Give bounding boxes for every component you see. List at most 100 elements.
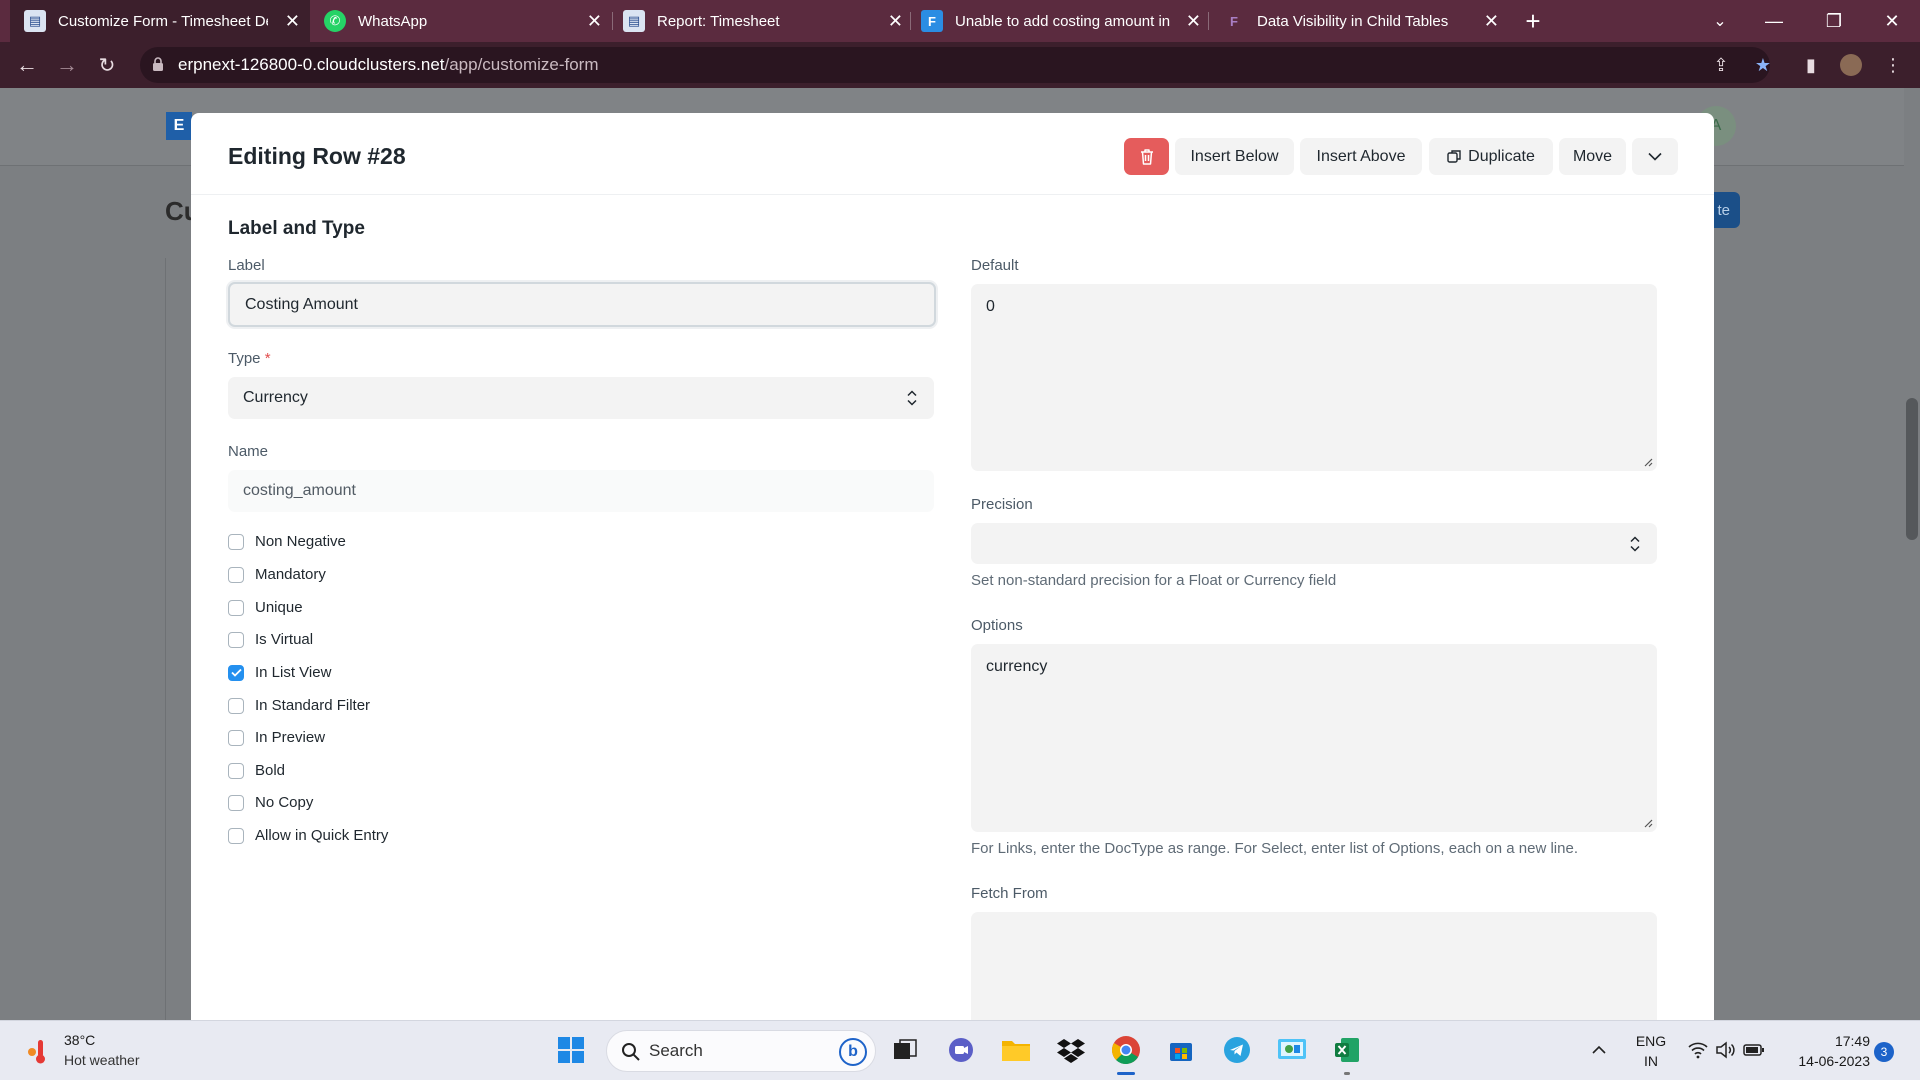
checkbox-mandatory[interactable]: Mandatory: [228, 566, 326, 583]
page-scrollbar-track: [1904, 88, 1920, 1020]
checkbox-label: No Copy: [255, 794, 314, 811]
required-mark: *: [264, 350, 271, 367]
telegram-icon[interactable]: [1220, 1033, 1254, 1067]
microsoft-store-icon[interactable]: [1164, 1033, 1198, 1067]
label-input[interactable]: Costing Amount: [228, 282, 936, 327]
close-icon[interactable]: ✕: [587, 11, 602, 32]
chevron-down-icon: [1648, 152, 1662, 161]
reload-icon[interactable]: ↻: [92, 50, 122, 80]
new-tab-button[interactable]: +: [1505, 0, 1561, 42]
clock-time[interactable]: 17:49: [1778, 1033, 1870, 1049]
checkbox-no-copy[interactable]: No Copy: [228, 794, 313, 811]
close-icon[interactable]: ✕: [1484, 11, 1499, 32]
clock-date[interactable]: 14-06-2023: [1778, 1053, 1870, 1069]
chevron-up-icon[interactable]: [1585, 1033, 1613, 1067]
checkbox-is-virtual[interactable]: Is Virtual: [228, 631, 313, 648]
language-region[interactable]: IN: [1628, 1053, 1674, 1069]
tab-report-timesheet[interactable]: ▤ Report: Timesheet ✕: [613, 0, 913, 42]
excel-icon[interactable]: [1330, 1033, 1364, 1067]
checkbox-box[interactable]: [228, 697, 244, 714]
side-panel-icon[interactable]: ▮: [1800, 54, 1822, 76]
back-icon[interactable]: ←: [12, 50, 42, 80]
checkmark-icon: [230, 668, 242, 677]
options-help-text: For Links, enter the DocType as range. F…: [971, 840, 1578, 857]
checkbox-box[interactable]: [228, 794, 244, 811]
chrome-icon[interactable]: [1109, 1033, 1143, 1067]
language-code[interactable]: ENG: [1628, 1033, 1674, 1049]
checkbox-box[interactable]: [228, 827, 244, 844]
checkbox-allow-in-quick-entry[interactable]: Allow in Quick Entry: [228, 827, 388, 844]
tab-title: WhatsApp: [358, 12, 428, 30]
options-textarea[interactable]: currency: [971, 644, 1657, 832]
tab-whatsapp[interactable]: ✆ WhatsApp ✕: [312, 0, 612, 42]
page-scrollbar[interactable]: [1906, 398, 1918, 540]
task-view-icon[interactable]: [888, 1033, 922, 1067]
checkbox-box[interactable]: [228, 599, 244, 616]
default-field-label: Default: [971, 257, 1019, 274]
insert-below-button[interactable]: Insert Below: [1175, 138, 1294, 175]
taskbar-search[interactable]: Search b: [606, 1030, 876, 1072]
active-app-indicator: [1117, 1072, 1135, 1075]
address-bar[interactable]: erpnext-126800-0.cloudclusters.net/app/c…: [140, 47, 1770, 83]
windows-start-icon[interactable]: [554, 1033, 588, 1067]
resize-handle-icon[interactable]: [1643, 457, 1653, 467]
browser-menu-icon[interactable]: ⋮: [1882, 54, 1904, 76]
checkbox-unique[interactable]: Unique: [228, 599, 303, 616]
weather-temperature: 38°C: [64, 1032, 96, 1048]
restore-button[interactable]: ❐: [1806, 0, 1862, 42]
close-window-button[interactable]: ✕: [1864, 0, 1920, 42]
checkbox-box[interactable]: [228, 533, 244, 550]
url-text: erpnext-126800-0.cloudclusters.net/app/c…: [178, 55, 599, 75]
default-textarea[interactable]: 0: [971, 284, 1657, 471]
minimize-button[interactable]: —: [1746, 0, 1802, 42]
checkbox-in-preview[interactable]: In Preview: [228, 729, 325, 746]
select-arrows-icon: [1630, 535, 1640, 552]
file-explorer-icon[interactable]: [999, 1033, 1033, 1067]
close-icon[interactable]: ✕: [1186, 11, 1201, 32]
checkbox-bold[interactable]: Bold: [228, 762, 285, 779]
checkbox-box[interactable]: [228, 566, 244, 583]
profile-avatar[interactable]: [1840, 54, 1862, 76]
forward-icon[interactable]: →: [52, 50, 82, 80]
teams-chat-icon[interactable]: [944, 1033, 978, 1067]
checkbox-box[interactable]: [228, 729, 244, 746]
bing-icon[interactable]: b: [839, 1038, 867, 1066]
duplicate-button[interactable]: Duplicate: [1429, 138, 1553, 175]
close-icon[interactable]: ✕: [888, 11, 903, 32]
more-actions-button[interactable]: [1632, 138, 1678, 175]
share-icon[interactable]: ⇪: [1710, 54, 1732, 76]
checkbox-box[interactable]: [228, 762, 244, 779]
resize-handle-icon[interactable]: [1643, 818, 1653, 828]
tab-customize-form[interactable]: ▤ Customize Form - Timesheet Det ✕: [10, 0, 310, 42]
thermometer-icon[interactable]: [20, 1034, 54, 1068]
volume-icon[interactable]: [1712, 1033, 1740, 1067]
wifi-icon[interactable]: [1684, 1033, 1712, 1067]
checkbox-in-standard-filter[interactable]: In Standard Filter: [228, 697, 370, 714]
type-field-label: Type *: [228, 350, 271, 367]
battery-icon[interactable]: [1740, 1033, 1768, 1067]
tab-title: Unable to add costing amount in: [955, 12, 1171, 30]
tab-forum-costing[interactable]: F Unable to add costing amount in ✕: [911, 0, 1211, 42]
browser-tab-bar: ▤ Customize Form - Timesheet Det ✕ ✆ Wha…: [0, 0, 1920, 42]
checkbox-non-negative[interactable]: Non Negative: [228, 533, 346, 550]
form-page-icon: ▤: [24, 10, 46, 32]
move-button[interactable]: Move: [1559, 138, 1626, 175]
tab-data-visibility[interactable]: F Data Visibility in Child Tables ✕: [1209, 0, 1509, 42]
bookmark-star-icon[interactable]: ★: [1752, 54, 1774, 76]
checkbox-box-checked[interactable]: [228, 664, 244, 681]
checkbox-box[interactable]: [228, 631, 244, 648]
dropbox-icon[interactable]: [1054, 1033, 1088, 1067]
fetch-from-input[interactable]: [971, 912, 1657, 1020]
precision-select[interactable]: [971, 523, 1657, 564]
notification-badge[interactable]: 3: [1874, 1042, 1894, 1062]
delete-row-button[interactable]: [1124, 138, 1169, 175]
checkbox-in-list-view[interactable]: In List View: [228, 664, 331, 681]
frappe-icon: F: [1230, 13, 1238, 29]
windows-taskbar: 38°C Hot weather Search b ENG IN 17:49 1…: [0, 1020, 1920, 1080]
close-icon[interactable]: ✕: [285, 11, 300, 32]
insert-above-button[interactable]: Insert Above: [1300, 138, 1422, 175]
lock-icon: [153, 57, 163, 71]
tab-search-chevron-icon[interactable]: ⌄: [1692, 0, 1748, 42]
type-select[interactable]: Currency: [228, 377, 934, 419]
control-panel-icon[interactable]: [1275, 1033, 1309, 1067]
